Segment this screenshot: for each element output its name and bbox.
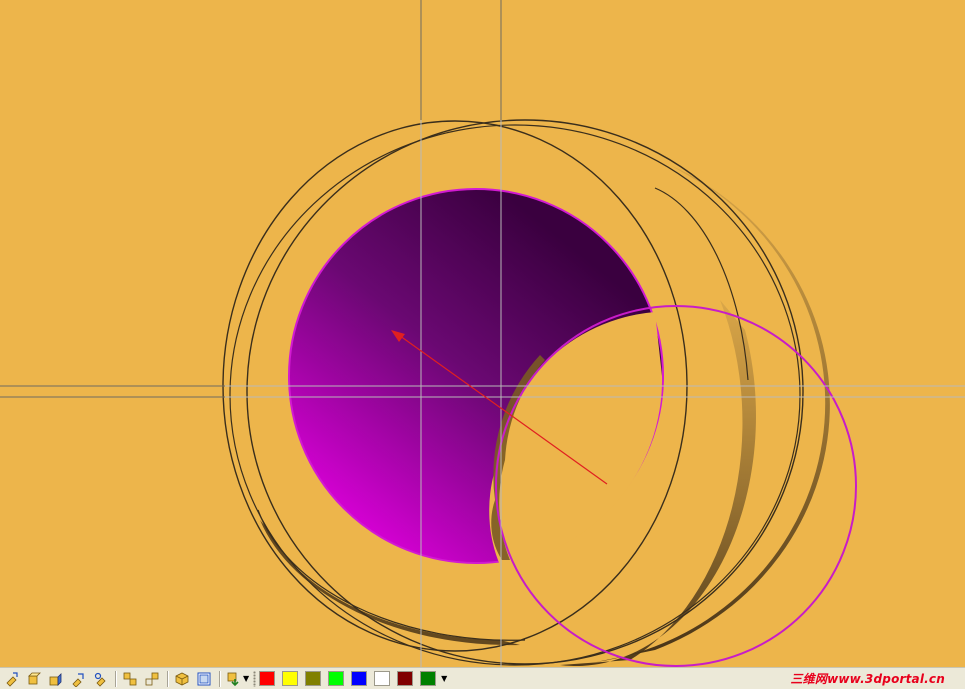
color-swatch-white[interactable]: [374, 671, 391, 686]
view-bottom-button[interactable]: [120, 670, 140, 688]
color-swatch-green[interactable]: [328, 671, 345, 686]
shaded-view-icon: [175, 672, 189, 685]
color-palette: [259, 671, 443, 686]
insert-dropdown-button[interactable]: [224, 670, 244, 688]
toolbar-separator: [219, 670, 221, 687]
3d-viewport[interactable]: [0, 0, 965, 667]
view-left-button[interactable]: [90, 670, 110, 688]
color-chevron-down-icon[interactable]: ▼: [441, 674, 447, 683]
view-right-button[interactable]: [68, 670, 88, 688]
color-swatch-olive[interactable]: [305, 671, 322, 686]
insert-dropdown-icon: [227, 672, 239, 686]
site-watermark: 三维网www.3dportal.cn: [790, 671, 945, 686]
view-top-button[interactable]: [46, 670, 66, 688]
color-swatch-maroon[interactable]: [397, 671, 414, 686]
view-back-icon: [145, 672, 159, 685]
wireframe-view-button[interactable]: [194, 670, 214, 688]
view-left-icon: [94, 672, 106, 687]
shaded-view-button[interactable]: [172, 670, 192, 688]
view-isometric-icon: [6, 671, 18, 687]
chevron-down-icon[interactable]: ▼: [243, 674, 249, 683]
color-swatch-dark-green[interactable]: [420, 671, 437, 686]
color-swatch-yellow[interactable]: [282, 671, 299, 686]
view-right-icon: [72, 672, 84, 687]
toolbar-separator: [115, 670, 117, 687]
view-front-button[interactable]: [24, 670, 44, 688]
color-swatch-blue[interactable]: [351, 671, 368, 686]
view-top-icon: [49, 672, 62, 686]
view-front-icon: [28, 672, 41, 684]
model-canvas[interactable]: [0, 0, 965, 667]
wireframe-view-icon: [197, 672, 211, 685]
color-swatch-red[interactable]: [259, 671, 276, 686]
view-back-button[interactable]: [142, 670, 162, 688]
view-bottom-icon: [123, 672, 137, 685]
toolbar-separator: [167, 670, 169, 687]
toolbar-grip[interactable]: [253, 670, 257, 687]
view-isometric-button[interactable]: [2, 670, 22, 688]
